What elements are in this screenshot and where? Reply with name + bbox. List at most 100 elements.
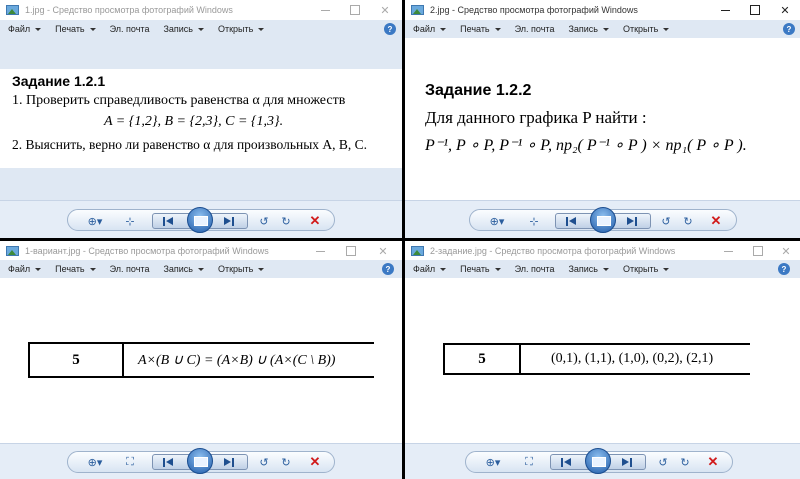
help-icon[interactable]: ? xyxy=(783,23,795,35)
rotate-right-icon[interactable]: ↻ xyxy=(679,213,697,229)
minimize-button[interactable] xyxy=(310,0,340,20)
menu-print[interactable]: Печать xyxy=(460,264,501,274)
menu-file[interactable]: Файл xyxy=(413,264,447,274)
help-icon[interactable]: ? xyxy=(778,263,790,275)
menu-burn[interactable]: Запись xyxy=(568,24,609,34)
delete-icon[interactable]: ✕ xyxy=(704,454,722,470)
next-icon[interactable] xyxy=(620,458,632,467)
close-button[interactable]: ✕ xyxy=(370,0,400,20)
menu-file[interactable]: Файл xyxy=(413,24,447,34)
maximize-button[interactable] xyxy=(743,241,773,261)
previous-icon[interactable] xyxy=(163,458,175,467)
menu-email-label: Эл. почта xyxy=(109,24,150,34)
rotate-right-icon[interactable]: ↻ xyxy=(277,454,295,470)
slideshow-button[interactable] xyxy=(187,448,213,474)
zoom-icon[interactable]: ⊕▾ xyxy=(84,454,106,470)
previous-icon[interactable] xyxy=(566,217,578,226)
maximize-button[interactable] xyxy=(340,0,370,20)
delete-icon[interactable]: ✕ xyxy=(306,454,324,470)
maximize-button[interactable] xyxy=(740,0,770,20)
menu-email[interactable]: Эл. почта xyxy=(515,24,555,34)
photo-viewer-app-icon xyxy=(411,4,425,16)
actual-size-icon[interactable]: ⊹ xyxy=(121,213,139,229)
title-bar[interactable]: 1-вариант.jpg - Средство просмотра фотог… xyxy=(0,241,402,261)
task-line-2: A = {1,2}, B = {2,3}, C = {1,3}. xyxy=(104,114,284,129)
menu-burn[interactable]: Запись xyxy=(163,24,204,34)
actual-size-icon[interactable]: ⊹ xyxy=(525,213,543,229)
photo-viewer-app-icon xyxy=(411,245,425,257)
zoom-icon[interactable]: ⊕▾ xyxy=(482,454,504,470)
row-expression: A×(B ∪ C) = (A×B) ∪ (A×(C \ B)) xyxy=(138,352,336,368)
menu-open[interactable]: Открыть xyxy=(217,264,265,274)
chevron-down-icon xyxy=(35,267,42,271)
help-icon[interactable]: ? xyxy=(382,263,394,275)
rotate-right-icon[interactable]: ↻ xyxy=(277,213,295,229)
menu-print[interactable]: Печать xyxy=(460,24,501,34)
row-number: 5 xyxy=(445,345,521,373)
zoom-icon[interactable]: ⊕▾ xyxy=(84,213,106,229)
next-icon[interactable] xyxy=(222,458,234,467)
menu-file-label: Файл xyxy=(8,264,31,274)
chevron-down-icon xyxy=(258,267,265,271)
close-button[interactable]: ✕ xyxy=(368,241,398,261)
photo-viewer-window-4: 2-задание.jpg - Средство просмотра фотог… xyxy=(405,241,800,479)
chevron-down-icon xyxy=(440,267,447,271)
previous-icon[interactable] xyxy=(561,458,573,467)
slideshow-button[interactable] xyxy=(187,207,213,233)
menu-burn[interactable]: Запись xyxy=(163,264,204,274)
task-line-3: 2. Выяснить, верно ли равенство α для пр… xyxy=(12,137,368,152)
actual-size-icon[interactable]: ⛶ xyxy=(121,454,139,470)
photo-viewer-window-1: 1.jpg - Средство просмотра фотографий Wi… xyxy=(0,0,402,238)
menu-open-label: Открыть xyxy=(217,264,254,274)
delete-icon[interactable]: ✕ xyxy=(707,213,725,229)
window-title: 2.jpg - Средство просмотра фотографий Wi… xyxy=(430,5,638,15)
chevron-down-icon xyxy=(197,267,204,271)
zoom-icon[interactable]: ⊕▾ xyxy=(486,213,508,229)
close-button[interactable]: ✕ xyxy=(770,0,800,20)
menu-print-label: Печать xyxy=(55,24,85,34)
menu-email[interactable]: Эл. почта xyxy=(515,264,555,274)
rotate-left-icon[interactable]: ↺ xyxy=(255,454,273,470)
menu-open[interactable]: Открыть xyxy=(623,264,670,274)
maximize-button[interactable] xyxy=(336,241,366,261)
menu-open[interactable]: Открыть xyxy=(623,24,670,34)
title-bar[interactable]: 2-задание.jpg - Средство просмотра фотог… xyxy=(405,241,800,261)
menu-email[interactable]: Эл. почта xyxy=(110,24,150,34)
menu-burn[interactable]: Запись xyxy=(568,264,609,274)
minimize-button[interactable] xyxy=(713,241,743,261)
rotate-right-icon[interactable]: ↻ xyxy=(676,454,694,470)
title-bar[interactable]: 1.jpg - Средство просмотра фотографий Wi… xyxy=(0,0,402,20)
slideshow-button[interactable] xyxy=(585,448,611,474)
chevron-down-icon xyxy=(35,27,42,31)
minimize-button[interactable] xyxy=(710,0,740,20)
photo-viewer-app-icon xyxy=(6,4,20,16)
menu-email[interactable]: Эл. почта xyxy=(110,264,150,274)
menu-email-label: Эл. почта xyxy=(514,24,555,34)
rotate-left-icon[interactable]: ↺ xyxy=(654,454,672,470)
menu-file[interactable]: Файл xyxy=(8,24,42,34)
close-button[interactable]: ✕ xyxy=(771,241,800,261)
previous-icon[interactable] xyxy=(163,217,175,226)
menu-open[interactable]: Открыть xyxy=(218,24,265,34)
help-icon[interactable]: ? xyxy=(384,23,396,35)
menu-file-label: Файл xyxy=(413,24,436,34)
next-icon[interactable] xyxy=(222,217,234,226)
rotate-left-icon[interactable]: ↺ xyxy=(657,213,675,229)
minimize-button[interactable] xyxy=(305,241,335,261)
menu-email-label: Эл. почта xyxy=(514,264,555,274)
delete-icon[interactable]: ✕ xyxy=(306,213,324,229)
chevron-down-icon xyxy=(89,267,96,271)
menu-file[interactable]: Файл xyxy=(8,264,42,274)
menu-print[interactable]: Печать xyxy=(55,264,96,274)
window-title: 1-вариант.jpg - Средство просмотра фотог… xyxy=(25,246,269,256)
actual-size-icon[interactable]: ⛶ xyxy=(520,454,538,470)
title-bar[interactable]: 2.jpg - Средство просмотра фотографий Wi… xyxy=(405,0,800,20)
rotate-left-icon[interactable]: ↺ xyxy=(255,213,273,229)
next-icon[interactable] xyxy=(625,217,637,226)
chevron-down-icon xyxy=(494,27,501,31)
menu-print[interactable]: Печать xyxy=(55,24,96,34)
image-view: 5 (0,1), (1,1), (1,0), (0,2), (2,1) xyxy=(405,278,800,444)
variant-table-row: 5 A×(B ∪ C) = (A×B) ∪ (A×(C \ B)) xyxy=(28,342,374,378)
chevron-down-icon xyxy=(89,27,96,31)
slideshow-button[interactable] xyxy=(590,207,616,233)
